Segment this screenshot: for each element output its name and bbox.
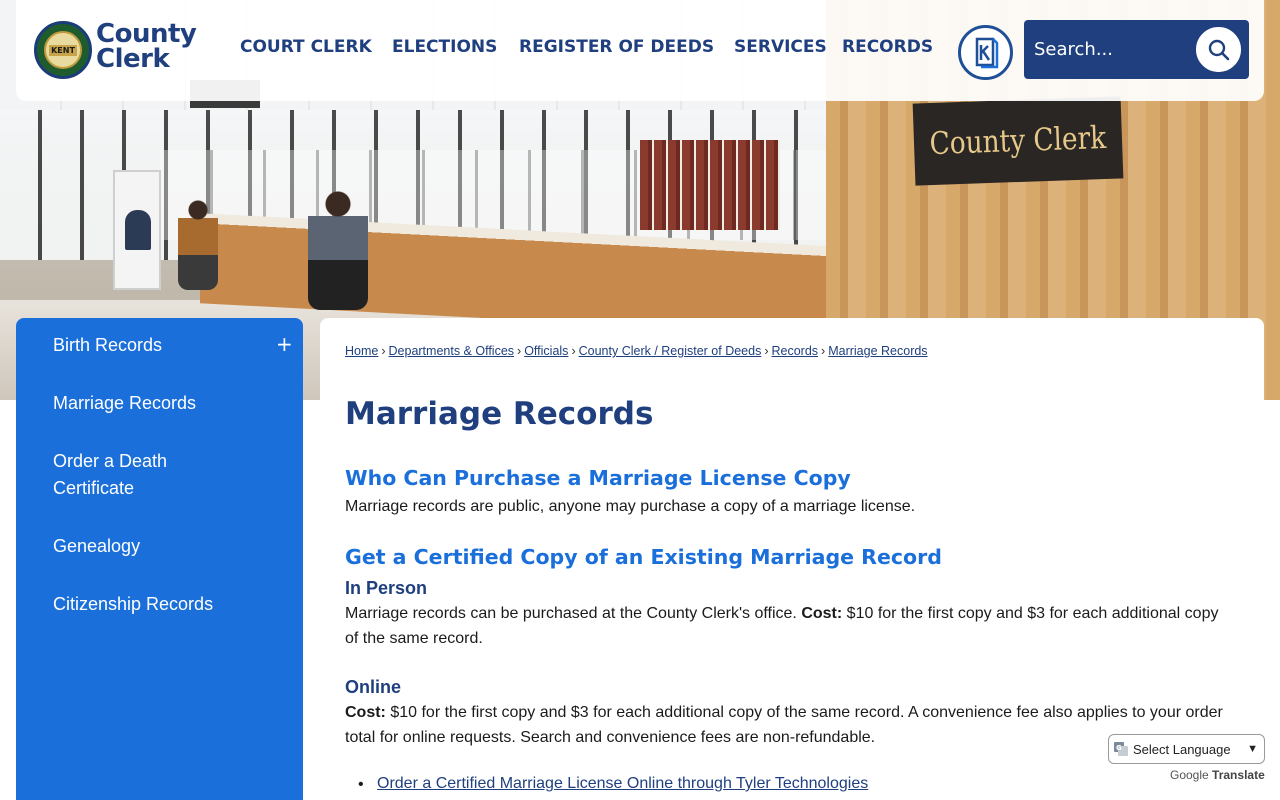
- sidebar-item-marriage-records[interactable]: Marriage Records: [53, 390, 196, 417]
- nav-court-clerk[interactable]: COURT CLERK: [240, 37, 372, 57]
- section-text-who-can-purchase: Marriage records are public, anyone may …: [345, 498, 916, 515]
- search-icon: [1208, 39, 1229, 60]
- breadcrumb-officials[interactable]: Officials: [524, 344, 568, 358]
- breadcrumb-home[interactable]: Home: [345, 344, 378, 358]
- breadcrumb-records[interactable]: Records: [772, 344, 819, 358]
- nav-elections[interactable]: ELECTIONS: [392, 37, 497, 57]
- search-button[interactable]: [1194, 25, 1243, 74]
- nav-register-of-deeds[interactable]: REGISTER OF DEEDS: [519, 37, 714, 57]
- language-select-label: Select Language: [1133, 741, 1231, 757]
- hero-shelf: [640, 140, 780, 230]
- brand-line2: Clerk: [96, 44, 170, 74]
- sidebar-item-birth-records[interactable]: Birth Records: [53, 332, 162, 359]
- expand-plus-icon[interactable]: +: [276, 332, 293, 356]
- sidebar-item-citizenship-records[interactable]: Citizenship Records: [53, 591, 213, 618]
- breadcrumb-departments[interactable]: Departments & Offices: [389, 344, 515, 358]
- county-seal-logo[interactable]: KENT: [34, 21, 92, 79]
- google-word: Google: [1170, 768, 1209, 782]
- hero-standee: [113, 170, 161, 290]
- breadcrumb: Home › Departments & Offices › Officials › Cou…: [345, 344, 928, 358]
- main-content: Home › Departments & Offices › Officials › Cou…: [320, 318, 1264, 800]
- seal-inner: KENT: [44, 31, 82, 69]
- hero-person: [308, 190, 368, 310]
- sidebar-nav: Birth Records + Marriage Records Order a…: [16, 318, 303, 800]
- translate-word: Translate: [1212, 768, 1265, 782]
- hero-person: [178, 200, 218, 290]
- translate-button[interactable]: [958, 25, 1013, 80]
- powered-by-google[interactable]: Google Translate: [1170, 768, 1265, 782]
- breadcrumb-county-clerk[interactable]: County Clerk / Register of Deeds: [579, 344, 762, 358]
- breadcrumb-marriage-records[interactable]: Marriage Records: [828, 344, 927, 358]
- in-person-text: Marriage records can be purchased at the…: [345, 605, 1219, 647]
- sidebar-item-order-death-certificate[interactable]: Order a Death Certificate: [53, 448, 203, 502]
- search-input[interactable]: [1034, 32, 1194, 66]
- section-heading-certified-copy: Get a Certified Copy of an Existing Marr…: [345, 545, 942, 569]
- page-title: Marriage Records: [345, 396, 654, 432]
- svg-text:G: G: [1116, 744, 1122, 752]
- subheading-online: Online: [345, 677, 402, 697]
- section-heading-who-can-purchase: Who Can Purchase a Marriage License Copy: [345, 466, 851, 490]
- nav-services[interactable]: SERVICES: [734, 37, 827, 57]
- k-translate-icon: [975, 37, 998, 68]
- list-bullet: •: [358, 776, 364, 793]
- order-online-link[interactable]: Order a Certified Marriage License Onlin…: [377, 775, 868, 793]
- search-container: [1024, 20, 1249, 79]
- brand-title[interactable]: County Clerk: [96, 21, 197, 74]
- nav-records[interactable]: RECORDS: [842, 37, 933, 57]
- subheading-in-person: In Person: [345, 578, 428, 598]
- chevron-down-icon: ▼: [1247, 743, 1258, 755]
- google-translate-icon: G: [1114, 742, 1128, 756]
- online-text: Cost: $10 for the first copy and $3 for …: [345, 704, 1223, 746]
- sidebar-item-genealogy[interactable]: Genealogy: [53, 533, 140, 560]
- language-select[interactable]: G Select Language ▼: [1108, 734, 1265, 764]
- site-header: KENT County Clerk COURT CLERK ELECTIONS …: [16, 0, 1264, 101]
- seal-label: KENT: [49, 44, 77, 56]
- hero-county-clerk-sign: County Clerk: [912, 96, 1124, 186]
